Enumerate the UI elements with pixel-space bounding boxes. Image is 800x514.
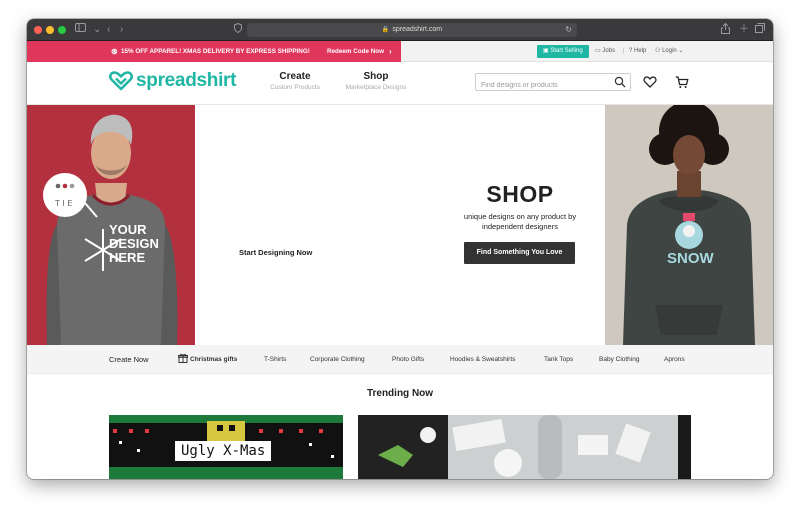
stickers-photo xyxy=(358,415,691,479)
start-designing-link[interactable]: Start Designing Now xyxy=(239,248,312,257)
shirt-text-line-2: DESIGN xyxy=(109,236,159,251)
cart-icon[interactable] xyxy=(675,75,689,89)
promo-bar: ⊛ 15% OFF APPAREL! XMAS DELIVERY BY EXPR… xyxy=(27,41,773,62)
category-label: Christmas gifts xyxy=(190,356,238,363)
nav-create-label: Create xyxy=(279,71,311,82)
login-link[interactable]: ⚇ Login ⌄ xyxy=(655,41,683,62)
site-header: spreadshirt Create Custom Products Shop … xyxy=(27,62,773,105)
shop-subtitle-line-2: independent designers xyxy=(482,222,558,231)
reload-icon[interactable]: ↻ xyxy=(565,23,572,37)
start-selling-button[interactable]: ▣ Start Selling xyxy=(537,45,589,58)
briefcase-icon: ▭ xyxy=(595,48,601,54)
nav-shop[interactable]: Shop Marketplace Designs xyxy=(343,71,409,91)
shirt-text-line-3: HERE xyxy=(109,250,146,265)
category-bar: Create Now Christmas gifts T-Shirts Corp… xyxy=(27,345,773,374)
trending-title: Trending Now xyxy=(366,388,434,399)
category-tshirts[interactable]: T-Shirts xyxy=(264,345,286,374)
shop-subtitle: unique designs on any product by indepen… xyxy=(437,212,603,232)
find-something-button[interactable]: Find Something You Love xyxy=(464,242,575,264)
login-label: Login xyxy=(662,48,677,54)
redeem-code-link[interactable]: Redeem Code Now xyxy=(327,41,384,62)
category-aprons[interactable]: Aprons xyxy=(664,345,685,374)
browser-window: ⌄ ‹ › 🔒 spreadshirt.com ↻ ＋ ⊛ 15% OFF APP… xyxy=(27,19,773,479)
chevron-right-icon: › xyxy=(389,47,392,56)
promo-text: 15% OFF APPAREL! XMAS DELIVERY BY EXPRES… xyxy=(121,48,310,55)
forward-icon[interactable]: › xyxy=(120,23,123,37)
heart-icon[interactable] xyxy=(643,75,657,89)
chevron-down-icon[interactable]: ⌄ xyxy=(93,23,101,37)
category-corporate-clothing[interactable]: Corporate Clothing xyxy=(310,345,365,374)
jobs-label: Jobs xyxy=(602,48,616,54)
nav-create-sub: Custom Products xyxy=(270,84,320,91)
gift-icon xyxy=(178,353,188,363)
browser-toolbar: ⌄ ‹ › 🔒 spreadshirt.com ↻ ＋ xyxy=(27,19,773,41)
category-christmas-gifts[interactable]: Christmas gifts xyxy=(178,345,237,374)
shop-subtitle-line-1: unique designs on any product by xyxy=(463,212,577,221)
woman-in-hoodie-illustration xyxy=(623,105,755,345)
tab-overview-icon[interactable] xyxy=(755,23,765,38)
jobs-link[interactable]: ▭ Jobs xyxy=(595,41,615,62)
help-icon: ? xyxy=(629,48,633,54)
category-baby-clothing[interactable]: Baby Clothing xyxy=(599,345,639,374)
address-bar[interactable]: 🔒 spreadshirt.com ↻ xyxy=(247,23,577,37)
category-hoodies-sweatshirts[interactable]: Hoodies & Sweatshirts xyxy=(450,345,515,374)
new-tab-icon[interactable]: ＋ xyxy=(739,23,749,37)
category-photo-gifts[interactable]: Photo Gifts xyxy=(392,345,424,374)
trending-card-ugly-xmas[interactable]: Ugly X-Mas xyxy=(109,415,343,479)
search-icon[interactable] xyxy=(614,76,626,88)
shop-title: SHOP xyxy=(486,181,554,207)
promo-banner[interactable]: ⊛ 15% OFF APPAREL! XMAS DELIVERY BY EXPR… xyxy=(27,41,401,62)
nav-shop-label: Shop xyxy=(363,71,389,82)
nav-shop-sub: Marketplace Designs xyxy=(345,84,407,91)
chevron-down-icon: ⌄ xyxy=(678,48,684,54)
heart-logo-icon xyxy=(109,71,133,91)
share-icon[interactable] xyxy=(721,22,730,39)
svg-text:T I E: T I E xyxy=(54,199,72,208)
brand-name: spreadshirt xyxy=(136,70,237,91)
shield-icon[interactable] xyxy=(234,22,242,38)
help-link[interactable]: ? Help xyxy=(629,41,646,62)
util-divider: | xyxy=(623,48,625,54)
sidebar-icon[interactable] xyxy=(75,23,86,37)
search-input[interactable] xyxy=(476,77,611,94)
hero-create-image[interactable]: T I E YOUR DESIGN HERE xyxy=(27,105,195,345)
nav-create[interactable]: Create Custom Products xyxy=(267,71,323,91)
store-icon: ▣ xyxy=(543,48,549,54)
user-icon: ⚇ xyxy=(655,48,661,54)
url-text: spreadshirt.com xyxy=(392,26,443,33)
hero-banner: T I E YOUR DESIGN HERE Start Designing N… xyxy=(27,105,773,345)
hero-shop-image[interactable]: SNOW xyxy=(605,105,773,345)
spreadshirt-logo[interactable]: spreadshirt xyxy=(109,70,236,92)
snow-text: SNOW xyxy=(667,250,714,267)
create-now-link[interactable]: Create Now xyxy=(109,345,149,374)
minimize-window-button[interactable] xyxy=(46,26,54,34)
tag-icon: ⊛ xyxy=(111,47,118,56)
ugly-xmas-label: Ugly X-Mas xyxy=(175,441,272,461)
start-selling-label: Start Selling xyxy=(550,48,583,54)
your-design-here-text: YOUR DESIGN HERE xyxy=(109,223,159,265)
lock-icon: 🔒 xyxy=(381,27,390,33)
back-icon[interactable]: ‹ xyxy=(107,23,110,37)
trending-card-stickers[interactable] xyxy=(358,415,691,479)
search-box xyxy=(475,73,631,94)
zoom-window-button[interactable] xyxy=(58,26,66,34)
category-tank-tops[interactable]: Tank Tops xyxy=(544,345,573,374)
help-label: Help xyxy=(634,48,647,54)
shirt-text-line-1: YOUR xyxy=(109,222,147,237)
close-window-button[interactable] xyxy=(34,26,42,34)
